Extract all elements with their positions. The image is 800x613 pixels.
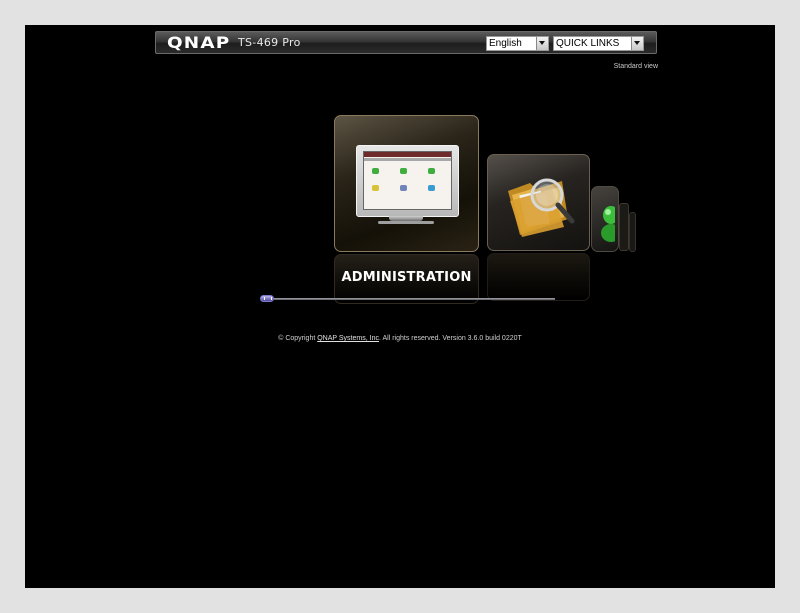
qnap-systems-link[interactable]: QNAP Systems, Inc	[317, 335, 379, 342]
quick-links-select[interactable]: QUICK LINKS	[553, 36, 644, 51]
page: QNAP TS-469 Pro English QUICK LINKS Stan…	[25, 25, 775, 588]
language-select[interactable]: English	[486, 36, 549, 51]
monitor-foot	[378, 221, 434, 224]
chevron-down-icon	[631, 37, 643, 50]
carousel-tile-reflection	[487, 253, 590, 301]
qnap-logo: QNAP	[167, 33, 231, 52]
chevron-down-icon	[536, 37, 548, 50]
language-select-value: English	[489, 38, 522, 49]
copyright-prefix: © Copyright	[278, 335, 318, 342]
carousel-current-label: ADMINISTRATION	[341, 270, 472, 285]
quick-links-select-value: QUICK LINKS	[556, 38, 620, 49]
copyright-suffix: . All rights reserved. Version 3.6.0 bui…	[378, 335, 522, 342]
file-folder-search-icon	[508, 178, 575, 237]
monitor-icon	[356, 145, 459, 217]
carousel-scrollbar-track[interactable]	[274, 298, 555, 300]
carousel-tile-back[interactable]	[629, 212, 636, 252]
header-bar: QNAP TS-469 Pro English QUICK LINKS	[155, 31, 657, 54]
standard-view-link[interactable]: Standard view	[614, 63, 658, 70]
carousel-scrollbar-thumb[interactable]	[260, 295, 274, 302]
user-icon	[601, 206, 615, 242]
carousel-tile-back[interactable]	[619, 203, 629, 251]
model-name: TS-469 Pro	[238, 36, 301, 49]
copyright-footer: © Copyright QNAP Systems, Inc. All right…	[25, 335, 775, 342]
